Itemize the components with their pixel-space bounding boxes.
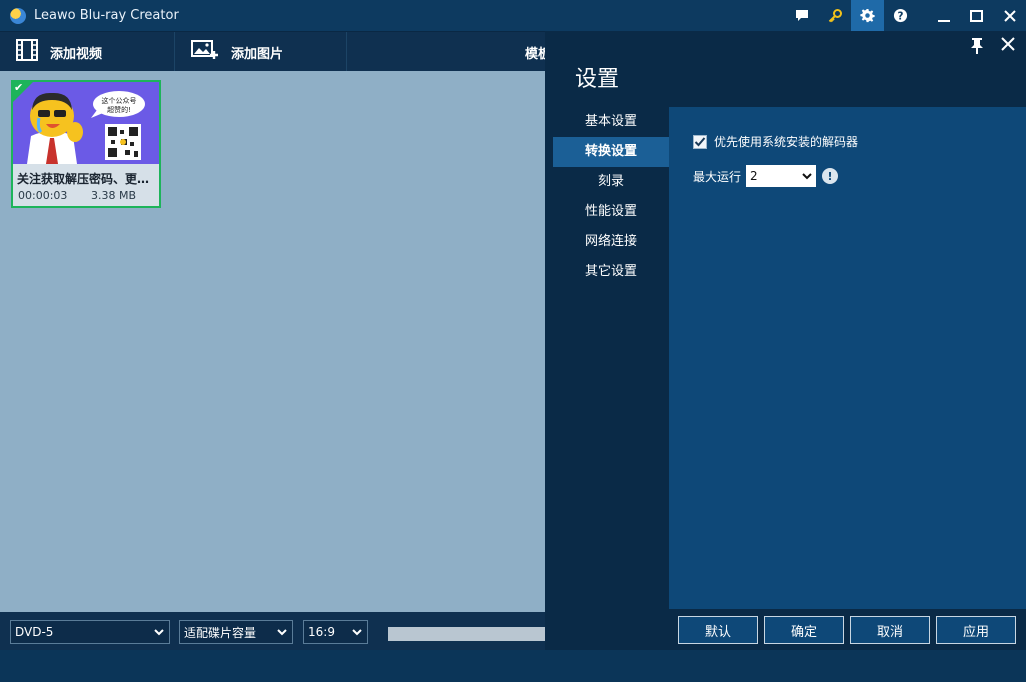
media-duration: 00:00:03 [18,189,68,202]
maximize-icon[interactable] [960,0,993,31]
add-image-icon [191,40,219,64]
svg-text:这个公众号: 这个公众号 [102,96,137,105]
add-image-label: 添加图片 [231,46,284,62]
app-title: Leawo Blu-ray Creator [34,8,179,23]
aspect-ratio-value: 16:9 [308,625,335,639]
max-run-select[interactable]: 2 [746,165,817,187]
chevron-down-icon [154,626,164,640]
settings-panel: 设置 基本设置 转换设置 刻录 性能设置 网络连接 其它设置 优先使用系统安装的… [545,31,1026,650]
app-logo-icon [10,7,26,24]
media-title: 关注获取解压密码、更多资源 [17,172,155,186]
feedback-icon[interactable] [785,0,818,31]
media-workspace: 这个公众号 超赞的! ✔ 关注获取解压密码、更多资源 00:00:03 3.38… [0,71,545,612]
disc-type-value: DVD-5 [15,625,54,639]
add-video-label: 添加视频 [50,46,103,62]
svg-text:?: ? [898,10,904,22]
pin-icon[interactable] [968,36,986,58]
output-options-bar: DVD-5 适配碟片容量 16:9 [0,612,545,650]
help-icon[interactable]: ? [884,0,917,31]
settings-close-icon[interactable] [1000,36,1016,56]
chevron-down-icon [277,626,287,640]
disc-type-select[interactable]: DVD-5 [10,620,170,644]
settings-nav: 基本设置 转换设置 刻录 性能设置 网络连接 其它设置 [553,107,669,287]
add-video-button[interactable]: 添加视频 [0,32,175,72]
max-run-label: 最大运行 [693,169,742,184]
cancel-button[interactable]: 取消 [850,616,930,644]
key-icon[interactable] [818,0,851,31]
settings-content: 优先使用系统安装的解码器 最大运行 2 ! [669,107,1026,609]
settings-nav-burn[interactable]: 刻录 [553,167,669,197]
title-actions: ? [785,0,1026,31]
max-run-option: 最大运行 2 ! [693,165,839,187]
title-bar: Leawo Blu-ray Creator ? [0,0,1026,31]
settings-title: 设置 [575,67,620,92]
prefer-system-decoder-checkbox[interactable] [693,134,707,149]
disc-capacity-bar [388,627,545,641]
status-bar [0,650,1026,682]
film-icon [16,39,38,65]
settings-nav-other[interactable]: 其它设置 [553,257,669,287]
minimize-icon[interactable] [927,0,960,31]
media-thumbnail: 这个公众号 超赞的! ✔ [13,82,159,164]
prefer-system-decoder-option[interactable]: 优先使用系统安装的解码器 [693,133,858,150]
apply-button[interactable]: 应用 [936,616,1016,644]
svg-text:超赞的!: 超赞的! [107,105,131,114]
settings-nav-basic[interactable]: 基本设置 [553,107,669,137]
settings-gear-icon[interactable] [851,0,884,31]
info-icon[interactable]: ! [822,168,839,184]
fit-mode-value: 适配碟片容量 [184,625,257,640]
aspect-ratio-select[interactable]: 16:9 [303,620,368,644]
prefer-system-decoder-label: 优先使用系统安装的解码器 [714,135,859,149]
fit-mode-select[interactable]: 适配碟片容量 [179,620,293,644]
chevron-down-icon [352,626,362,640]
settings-nav-network[interactable]: 网络连接 [553,227,669,257]
chevron-down-icon [802,170,812,184]
settings-buttons: 默认 确定 取消 应用 [545,609,1026,650]
template-button[interactable]: 模板 [347,32,551,72]
add-image-button[interactable]: 添加图片 [175,32,347,72]
window-close-icon[interactable] [993,0,1026,31]
media-size: 3.38 MB [91,189,137,202]
max-run-value: 2 [750,169,758,183]
ok-button[interactable]: 确定 [764,616,844,644]
media-card[interactable]: 这个公众号 超赞的! ✔ 关注获取解压密码、更多资源 00:00:03 3.38… [11,80,161,208]
settings-nav-convert[interactable]: 转换设置 [553,137,669,167]
settings-nav-performance[interactable]: 性能设置 [553,197,669,227]
default-button[interactable]: 默认 [678,616,758,644]
